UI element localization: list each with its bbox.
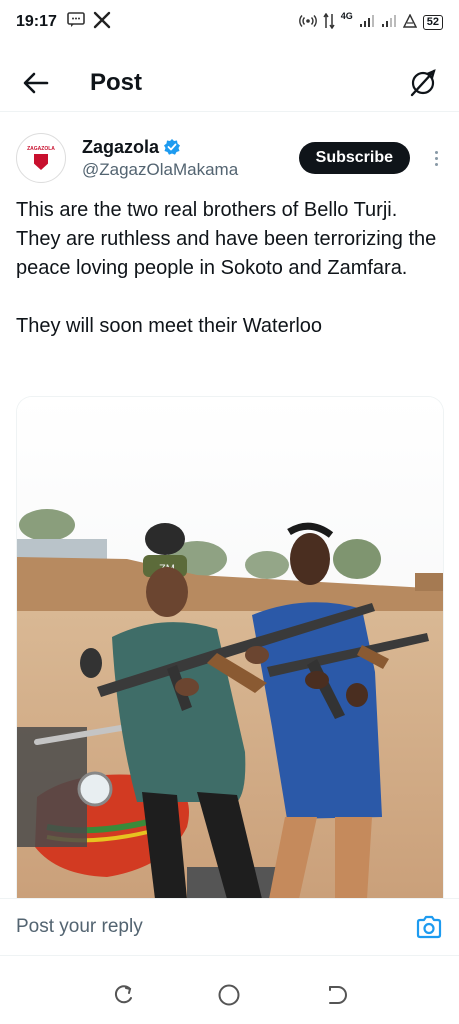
author-name[interactable]: Zagazola bbox=[82, 137, 159, 158]
tweet-text: This are the two real brothers of Bello … bbox=[16, 196, 444, 370]
author-handle[interactable]: @ZagazOlaMakama bbox=[82, 160, 238, 180]
signal-icon bbox=[359, 14, 375, 31]
status-notification-icons bbox=[67, 11, 111, 34]
status-right-icons: 4G 52 bbox=[298, 11, 443, 32]
network-type: 4G bbox=[340, 11, 353, 21]
author-row: ZAGAZOLA Zagazola @ZagazOlaMakama Subscr… bbox=[16, 130, 446, 186]
arrow-left-icon[interactable] bbox=[20, 67, 52, 99]
avatar-logo: ZAGAZOLA bbox=[19, 136, 63, 180]
message-icon bbox=[67, 11, 85, 33]
tweet-paragraph: This are the two real brothers of Bello … bbox=[16, 199, 437, 279]
more-options-icon[interactable] bbox=[426, 150, 446, 166]
tweet-paragraph: They will soon meet their Waterloo bbox=[16, 315, 323, 337]
post-header: Post bbox=[0, 54, 459, 112]
reply-input[interactable]: Post your reply bbox=[16, 916, 143, 938]
battery-icon: 52 bbox=[422, 14, 443, 30]
back-nav-icon[interactable] bbox=[322, 981, 350, 1009]
status-time: 19:17 bbox=[16, 13, 57, 30]
alarm-icon bbox=[402, 12, 417, 31]
avatar-text: ZAGAZOLA bbox=[27, 146, 55, 152]
shield-icon bbox=[34, 154, 48, 170]
verified-badge-icon bbox=[163, 138, 181, 156]
grok-icon[interactable] bbox=[407, 67, 439, 99]
subscribe-button[interactable]: Subscribe bbox=[298, 142, 410, 174]
status-bar: 19:17 4G 52 bbox=[0, 0, 459, 44]
author-info[interactable]: Zagazola @ZagazOlaMakama bbox=[82, 137, 238, 180]
hotspot-icon bbox=[298, 14, 317, 31]
avatar[interactable]: ZAGAZOLA bbox=[16, 133, 66, 183]
home-icon[interactable] bbox=[215, 981, 243, 1009]
data-arrows-icon bbox=[323, 12, 335, 32]
page-title: Post bbox=[90, 68, 143, 96]
reply-bar: Post your reply bbox=[0, 898, 459, 956]
recents-icon[interactable] bbox=[109, 981, 137, 1009]
author-name-row: Zagazola bbox=[82, 137, 238, 158]
x-logo-icon bbox=[93, 11, 111, 34]
camera-icon[interactable] bbox=[415, 913, 443, 941]
signal-icon bbox=[381, 14, 397, 31]
tweet-photo[interactable]: ZM bbox=[16, 396, 444, 898]
photo-illustration: ZM bbox=[17, 397, 443, 898]
system-nav-bar bbox=[0, 966, 459, 1024]
